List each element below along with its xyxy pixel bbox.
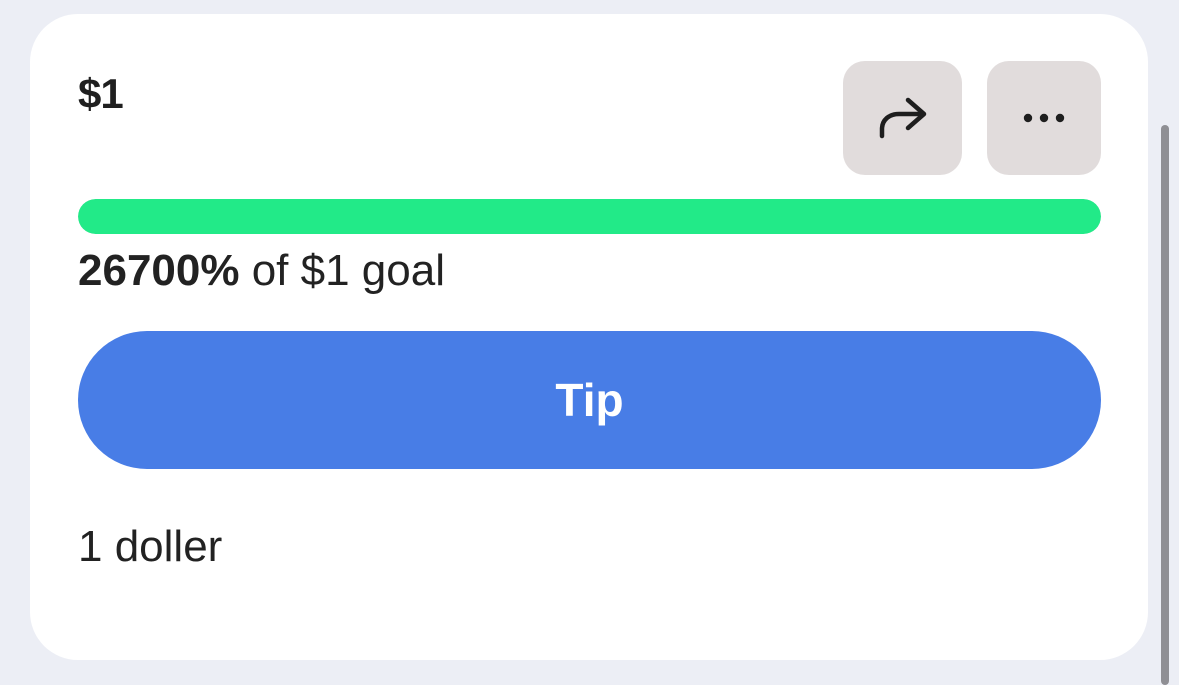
fundraiser-card: $1 26700% of $1 goal Tip 1 doller bbox=[30, 14, 1148, 660]
more-dots-icon bbox=[1022, 112, 1066, 124]
progress-fill bbox=[78, 199, 1101, 234]
progress-bar bbox=[78, 199, 1101, 234]
tip-button[interactable]: Tip bbox=[78, 331, 1101, 469]
goal-suffix: of $1 goal bbox=[239, 246, 445, 295]
more-options-button[interactable] bbox=[987, 61, 1101, 175]
goal-percent: 26700% bbox=[78, 246, 240, 295]
share-button[interactable] bbox=[843, 61, 962, 175]
goal-progress-text: 26700% of $1 goal bbox=[78, 246, 445, 296]
amount-label: $1 bbox=[78, 70, 124, 117]
scrollbar-thumb[interactable] bbox=[1161, 125, 1169, 685]
description-text: 1 doller bbox=[78, 522, 223, 571]
share-arrow-icon bbox=[877, 96, 929, 140]
